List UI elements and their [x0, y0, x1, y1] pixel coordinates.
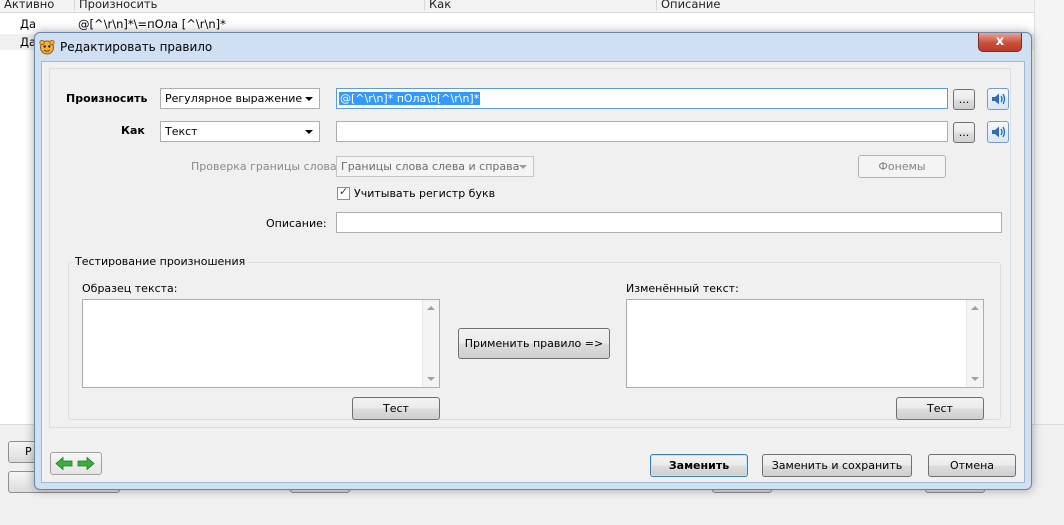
as-type-value: Текст	[165, 125, 198, 138]
dialog-title: Редактировать правило	[60, 40, 213, 54]
word-boundary-select[interactable]: Границы слова слева и справа	[336, 156, 534, 177]
table-row[interactable]: Да @[^\r\n]*\=пОла [^\r\n]*	[0, 16, 1034, 32]
row-pronounce-cell: @[^\r\n]*\=пОла [^\r\n]*	[78, 17, 226, 31]
rule-navigation	[50, 452, 102, 475]
pronounce-type-select[interactable]: Регулярное выражение	[160, 88, 320, 109]
sample-text-scrollbar[interactable]	[422, 300, 439, 387]
word-boundary-label: Проверка границы слова	[191, 160, 337, 173]
edit-rule-dialog: Редактировать правило x Произносить Регу…	[34, 32, 1032, 490]
pronounce-speak-button[interactable]	[987, 88, 1009, 110]
pronounce-type-value: Регулярное выражение	[165, 92, 303, 105]
case-sensitive-label: Учитывать регистр букв	[354, 187, 496, 200]
pronounce-browse-button[interactable]: ...	[953, 89, 975, 110]
as-input[interactable]	[336, 121, 948, 142]
row-active-cell: Да	[20, 17, 37, 31]
chevron-down-icon	[302, 90, 316, 107]
description-label: Описание:	[266, 217, 327, 230]
pronounce-input[interactable]: @[^\r\n]* пОла\b[^\r\n]*	[336, 88, 948, 109]
replace-and-save-button[interactable]: Заменить и сохранить	[762, 454, 912, 477]
close-button[interactable]: x	[978, 33, 1022, 52]
arrow-right-icon[interactable]	[77, 456, 95, 471]
scroll-up-icon[interactable]	[427, 306, 435, 310]
changed-text-area[interactable]	[626, 299, 984, 388]
test-changed-button[interactable]: Тест	[896, 397, 984, 420]
speaker-icon	[992, 93, 1006, 105]
word-boundary-value: Границы слова слева и справа	[341, 160, 520, 173]
pronounce-input-value: @[^\r\n]* пОла\b[^\r\n]*	[339, 92, 481, 105]
as-speak-button[interactable]	[987, 121, 1009, 143]
column-header-as[interactable]: Как	[424, 0, 656, 11]
testing-group-title: Тестирование произношения	[72, 255, 249, 268]
description-input[interactable]	[336, 212, 1002, 233]
rules-list-header: Активно Произносить Как Описание	[0, 0, 1034, 13]
chevron-down-icon	[516, 158, 530, 175]
scroll-up-icon[interactable]	[971, 306, 979, 310]
phonemes-button[interactable]: Фонемы	[858, 155, 946, 178]
dialog-titlebar[interactable]: Редактировать правило x	[35, 33, 1031, 61]
sample-text-label: Образец текста:	[82, 282, 178, 295]
as-label: Как	[121, 124, 145, 137]
as-type-select[interactable]: Текст	[160, 121, 320, 142]
arrow-left-icon[interactable]	[55, 456, 73, 471]
changed-text-scrollbar[interactable]	[966, 300, 983, 387]
scroll-down-icon[interactable]	[971, 377, 979, 381]
cancel-button[interactable]: Отмена	[928, 454, 1016, 477]
chevron-down-icon	[302, 123, 316, 140]
close-icon: x	[995, 34, 1005, 49]
sample-text-area[interactable]	[82, 299, 440, 388]
as-browse-button[interactable]: ...	[953, 122, 975, 143]
rule-settings-frame: Произносить Регулярное выражение @[^\r\n…	[49, 68, 1011, 428]
speaker-icon	[992, 126, 1006, 138]
pronounce-label: Произносить	[66, 92, 148, 105]
changed-text-label: Изменённый текст:	[626, 282, 739, 295]
scroll-down-icon[interactable]	[427, 377, 435, 381]
case-sensitive-checkbox[interactable]	[337, 185, 350, 200]
column-header-pronounce[interactable]: Произносить	[74, 0, 424, 11]
apply-rule-button[interactable]: Применить правило =>	[458, 328, 610, 359]
test-sample-button[interactable]: Тест	[352, 397, 440, 420]
column-header-active[interactable]: Активно	[0, 0, 74, 11]
dialog-client-area: Произносить Регулярное выражение @[^\r\n…	[41, 61, 1025, 483]
app-face-icon	[39, 39, 55, 55]
column-header-description[interactable]: Описание	[656, 0, 1034, 11]
replace-button[interactable]: Заменить	[650, 454, 748, 477]
